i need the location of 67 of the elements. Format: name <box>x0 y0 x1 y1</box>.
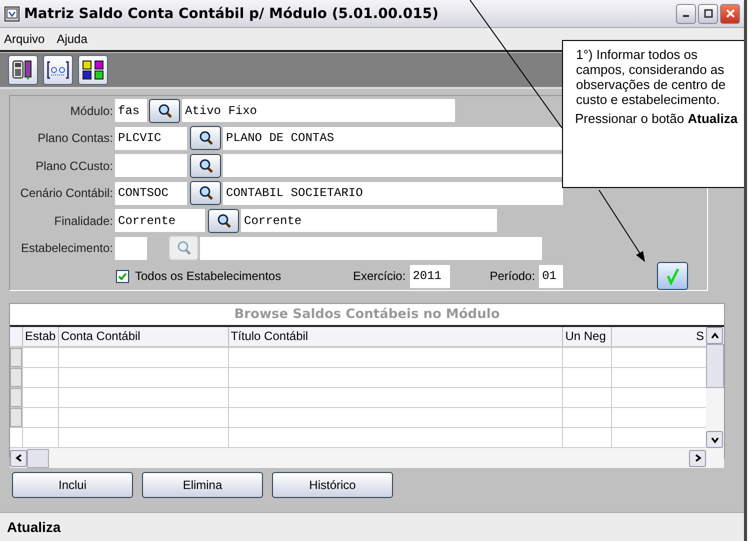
maximize-icon <box>704 9 712 18</box>
field-label: Módulo: <box>69 104 114 118</box>
column-header[interactable]: Conta Contábil <box>58 327 228 346</box>
callout-instruction: Pressionar o botão Atualiza <box>575 111 738 126</box>
search-button[interactable] <box>190 126 221 150</box>
search-button[interactable] <box>208 208 239 233</box>
code-field[interactable]: fas <box>115 99 147 122</box>
description-field[interactable] <box>200 236 542 260</box>
close-button[interactable] <box>720 4 740 24</box>
menu-item[interactable]: Arquivo <box>4 32 45 46</box>
exercise-label: Exercício: <box>353 269 406 283</box>
status-text: Atualiza <box>7 519 61 535</box>
minimize-button[interactable] <box>676 4 696 24</box>
field-label: Plano Contas: <box>36 131 114 146</box>
description-field[interactable]: CONTABIL SOCIETARIO <box>223 182 563 205</box>
grid-row[interactable] <box>10 388 706 408</box>
app-icon <box>4 6 20 22</box>
range-icon[interactable] <box>43 55 73 85</box>
row-selector[interactable] <box>10 388 22 407</box>
code-field[interactable]: Corrente <box>115 209 205 232</box>
window-title: Matriz Saldo Conta Contábil p/ Módulo (5.01.00.015) <box>24 6 440 22</box>
update-button[interactable] <box>657 262 688 290</box>
column-header[interactable]: Estab <box>22 327 58 346</box>
exercise-field[interactable]: 2011 <box>410 264 450 288</box>
column-header[interactable]: Título Contábil <box>228 327 562 346</box>
row-selector[interactable] <box>10 348 22 367</box>
maximize-button[interactable] <box>698 4 718 24</box>
period-label: Período: <box>490 269 536 283</box>
scroll-thumb[interactable] <box>27 448 49 468</box>
action-button[interactable]: Histórico <box>272 472 393 498</box>
code-field[interactable] <box>115 236 147 260</box>
menu-item[interactable]: Ajuda <box>56 32 88 46</box>
description-field[interactable]: Corrente <box>241 209 497 232</box>
search-button[interactable] <box>190 154 221 178</box>
field-label: Finalidade: <box>53 214 114 228</box>
grid-row[interactable] <box>10 368 706 388</box>
field-label: Plano CCusto: <box>34 158 114 173</box>
description-field[interactable]: Ativo Fixo <box>182 99 455 122</box>
search-button[interactable] <box>190 181 221 206</box>
horizontal-scrollbar[interactable] <box>10 448 706 468</box>
checkbox-label: Todos os Estabelecimentos <box>135 269 282 283</box>
grid-icon[interactable] <box>78 55 108 85</box>
row-selector[interactable] <box>10 368 22 387</box>
action-button[interactable]: Inclui <box>12 472 133 498</box>
checkmark-icon <box>666 267 680 285</box>
scroll-right-button[interactable] <box>689 450 706 466</box>
code-field[interactable]: PLCVIC <box>115 126 187 150</box>
field-label: Cenário Contábil: <box>19 186 114 200</box>
period-field[interactable]: 01 <box>539 264 564 288</box>
checkbox[interactable] <box>116 270 129 282</box>
row-selector[interactable] <box>10 408 22 427</box>
column-header[interactable]: Un Neg <box>562 327 612 346</box>
scroll-up-button[interactable] <box>706 327 723 344</box>
calculator-icon[interactable] <box>8 55 38 85</box>
scroll-down-button[interactable] <box>706 431 723 448</box>
callout-text: 1°) Informar todos os campos, considerando as observações de centro de custo e estabelecimento. <box>576 47 726 107</box>
search-button[interactable] <box>149 98 180 123</box>
close-icon <box>726 9 734 18</box>
description-field[interactable]: PLANO DE CONTAS <box>223 126 563 150</box>
field-label: Estabelecimento: <box>20 241 114 256</box>
scroll-thumb[interactable] <box>706 344 724 388</box>
action-button[interactable]: Elimina <box>142 472 263 498</box>
scroll-left-button[interactable] <box>10 450 27 466</box>
code-field[interactable]: CONTSOC <box>115 182 187 205</box>
vertical-scrollbar[interactable] <box>706 327 724 468</box>
description-field[interactable] <box>223 154 563 178</box>
code-field[interactable] <box>115 154 187 178</box>
